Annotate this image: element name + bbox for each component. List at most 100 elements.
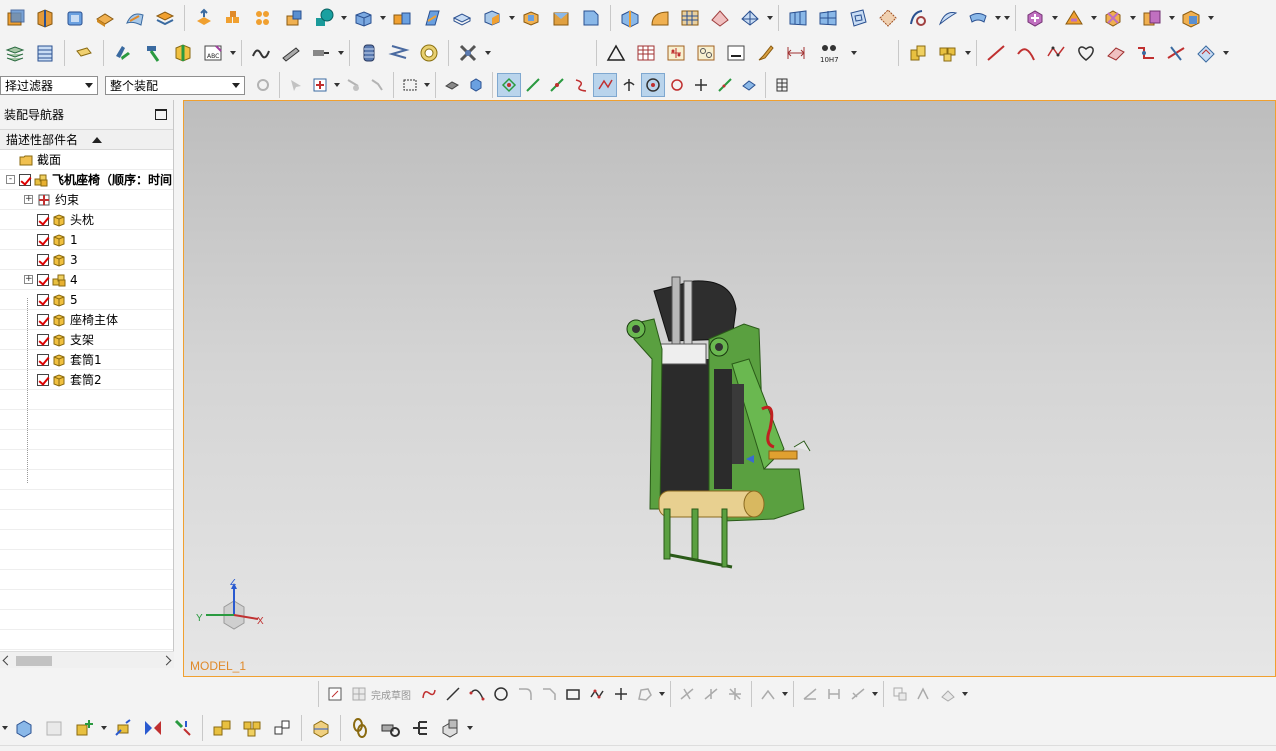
abc-text-icon[interactable]: ABC (198, 38, 228, 68)
sketch-display-icon[interactable] (888, 682, 912, 706)
visibility-checkbox[interactable] (37, 273, 49, 286)
expand-icon[interactable]: + (24, 275, 33, 284)
add-component-icon[interactable] (903, 38, 933, 68)
tree-row[interactable]: 支架 (0, 330, 173, 350)
line-curve-icon[interactable] (981, 38, 1011, 68)
trim-sheet-icon[interactable] (783, 3, 813, 33)
label-icon[interactable] (69, 38, 99, 68)
finish-sketch-label[interactable]: 完成草图 (371, 687, 411, 702)
profile-icon[interactable] (417, 682, 441, 706)
fill-surface-icon[interactable] (705, 3, 735, 33)
dropdown-arrow[interactable] (332, 77, 341, 93)
unite-icon[interactable] (516, 3, 546, 33)
dropdown-arrow[interactable] (99, 720, 108, 736)
through-curves-icon[interactable] (735, 3, 765, 33)
snap-curve-icon[interactable] (569, 73, 593, 97)
tree-row[interactable]: +4 (0, 270, 173, 290)
add-components-icon[interactable] (933, 38, 963, 68)
dropdown-arrow[interactable] (960, 686, 969, 702)
tree-row[interactable]: + 约束 (0, 190, 173, 210)
sketch-extend-icon[interactable] (699, 682, 723, 706)
select-point-icon[interactable] (308, 73, 332, 97)
pad-icon[interactable] (90, 3, 120, 33)
dropdown-arrow[interactable] (1128, 10, 1137, 26)
points-grid-icon[interactable] (661, 38, 691, 68)
extrude-icon[interactable] (189, 3, 219, 33)
dropdown-arrow[interactable] (339, 10, 348, 26)
block-icon[interactable] (348, 3, 378, 33)
arrangement-icon[interactable] (435, 713, 465, 743)
sketch-icon[interactable] (323, 682, 347, 706)
finish-sketch-icon[interactable] (347, 682, 371, 706)
sketch-corner-icon[interactable] (723, 682, 747, 706)
sew-icon[interactable] (813, 3, 843, 33)
array-icon[interactable] (249, 3, 279, 33)
sketch-relations-icon[interactable] (912, 682, 936, 706)
copy-body-icon[interactable] (1137, 3, 1167, 33)
dropdown-arrow[interactable] (1002, 10, 1011, 26)
dropdown-arrow[interactable] (780, 686, 789, 702)
rocket-icon[interactable] (276, 38, 306, 68)
tree-row[interactable]: 套筒2 (0, 370, 173, 390)
sketch-offset-icon[interactable] (633, 682, 657, 706)
hammer-icon[interactable] (138, 38, 168, 68)
sketch-fillet-icon[interactable] (513, 682, 537, 706)
wave-curve-icon[interactable] (246, 38, 276, 68)
visibility-checkbox[interactable] (37, 373, 49, 386)
move-component-icon[interactable] (108, 713, 138, 743)
component-icon[interactable] (168, 38, 198, 68)
table-grid-icon[interactable] (631, 38, 661, 68)
replace-face-icon[interactable] (1020, 3, 1050, 33)
spline-curve-icon[interactable] (1041, 38, 1071, 68)
ruled-surface-icon[interactable] (1101, 38, 1131, 68)
visibility-checkbox[interactable] (19, 173, 31, 186)
snap-intersection-icon[interactable] (593, 73, 617, 97)
sort-ascending-icon[interactable] (92, 136, 103, 143)
sketch-trim-icon[interactable] (675, 682, 699, 706)
tree-row[interactable]: 套筒1 (0, 350, 173, 370)
dropdown-arrow[interactable] (1206, 10, 1215, 26)
snap-midpoint-icon[interactable] (545, 73, 569, 97)
dimension-sketch-icon[interactable] (798, 682, 822, 706)
link-chain-icon[interactable] (345, 713, 375, 743)
pattern-icon[interactable] (219, 3, 249, 33)
select-feature-icon[interactable] (341, 73, 365, 97)
dropdown-arrow[interactable] (963, 45, 972, 61)
visibility-checkbox[interactable] (37, 333, 49, 346)
layer-settings-icon[interactable] (0, 38, 30, 68)
new-parent-icon[interactable] (39, 713, 69, 743)
collapse-icon[interactable]: - (6, 175, 15, 184)
blend-icon[interactable] (645, 3, 675, 33)
scrollbar-thumb[interactable] (16, 656, 52, 666)
dropdown-arrow[interactable] (1089, 10, 1098, 26)
drawing-sheet-icon[interactable] (721, 38, 751, 68)
interference-check-icon[interactable] (375, 713, 405, 743)
filter-settings-icon[interactable] (251, 73, 275, 97)
snap-arrow-icon[interactable] (284, 73, 308, 97)
horizontal-scrollbar[interactable] (0, 651, 174, 668)
assembly-constraint-icon[interactable] (108, 38, 138, 68)
dropdown-arrow[interactable] (1050, 10, 1059, 26)
visibility-checkbox[interactable] (37, 293, 49, 306)
box-icon[interactable] (0, 3, 30, 33)
grid-snap-icon[interactable] (770, 73, 794, 97)
sketch-mirror-icon[interactable] (756, 682, 780, 706)
expand-icon[interactable]: + (24, 195, 33, 204)
cross-tool-icon[interactable] (453, 38, 483, 68)
sketch-point-icon[interactable] (609, 682, 633, 706)
visibility-checkbox[interactable] (37, 233, 49, 246)
split-body-icon[interactable] (30, 3, 60, 33)
shaded-body-icon[interactable] (464, 73, 488, 97)
transform-icon[interactable] (1098, 3, 1128, 33)
explode-view-icon[interactable] (168, 713, 198, 743)
sketch-polyline-icon[interactable] (585, 682, 609, 706)
tree-row[interactable]: 截面 (0, 150, 173, 170)
visibility-checkbox[interactable] (37, 253, 49, 266)
snap-center-icon[interactable] (641, 73, 665, 97)
sketch-arc-icon[interactable] (465, 682, 489, 706)
select-body-icon[interactable] (365, 73, 389, 97)
dropdown-arrow[interactable] (657, 686, 666, 702)
bearing-icon[interactable] (414, 38, 444, 68)
snap-on-face-icon[interactable] (737, 73, 761, 97)
dropdown-arrow[interactable] (1167, 10, 1176, 26)
